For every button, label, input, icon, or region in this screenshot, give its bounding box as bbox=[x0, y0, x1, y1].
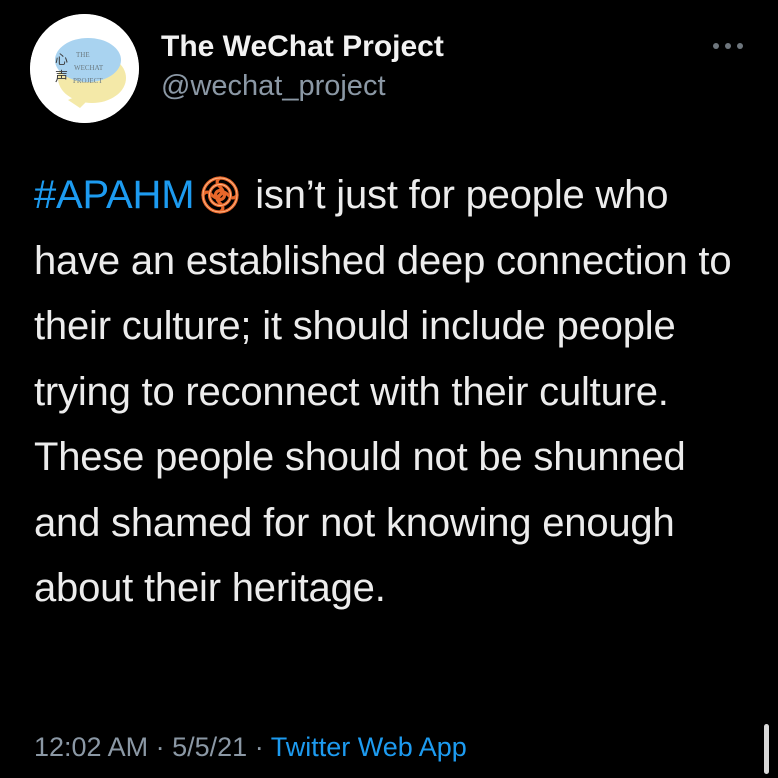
avatar-word-2: WECHAT bbox=[74, 64, 104, 72]
avatar[interactable]: 心 声 THE WECHAT PROJECT bbox=[30, 14, 139, 123]
more-options-button[interactable] bbox=[708, 36, 748, 56]
avatar-word-1: THE bbox=[76, 51, 90, 59]
chinese-knot-icon bbox=[200, 170, 240, 214]
author-display-name[interactable]: The WeChat Project bbox=[161, 30, 444, 64]
scrollbar-thumb[interactable] bbox=[764, 724, 769, 774]
tweet-text: #APAHM isn’t just for people who have an… bbox=[34, 163, 754, 622]
avatar-glyph-2: 声 bbox=[55, 70, 68, 85]
tweet-date[interactable]: 5/5/21 bbox=[172, 732, 247, 762]
tweet: 心 声 THE WECHAT PROJECT The WeChat Projec… bbox=[0, 0, 778, 778]
avatar-word-3: PROJECT bbox=[73, 77, 103, 85]
tweet-time[interactable]: 12:02 AM bbox=[34, 732, 148, 762]
tweet-source-link[interactable]: Twitter Web App bbox=[271, 732, 467, 762]
meta-separator: · bbox=[254, 732, 264, 762]
tweet-text-body: isn’t just for people who have an establ… bbox=[34, 173, 732, 610]
more-horizontal-icon bbox=[713, 43, 743, 49]
wechat-project-logo: 心 声 THE WECHAT PROJECT bbox=[30, 14, 139, 123]
author-handle[interactable]: @wechat_project bbox=[161, 70, 386, 103]
avatar-glyph-1: 心 bbox=[55, 53, 68, 68]
tweet-meta: 12:02 AM · 5/5/21 · Twitter Web App bbox=[34, 732, 467, 763]
meta-separator: · bbox=[155, 732, 165, 762]
hashtag-link[interactable]: #APAHM bbox=[34, 173, 195, 217]
